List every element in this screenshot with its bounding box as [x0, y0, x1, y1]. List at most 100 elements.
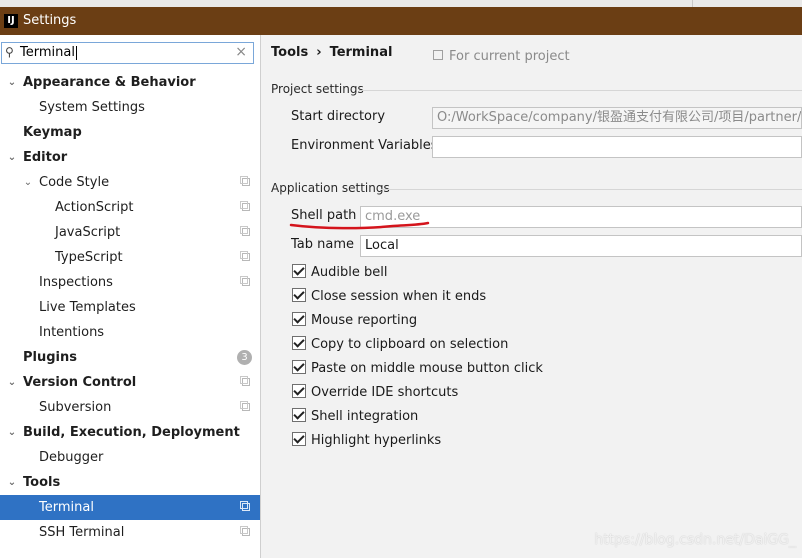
checkbox-checked-icon[interactable]: [292, 288, 306, 302]
project-scope-icon: [240, 526, 250, 536]
project-scope-icon: [240, 201, 250, 211]
project-scope-icon: [240, 276, 250, 286]
checkbox-option[interactable]: Override IDE shortcuts: [292, 383, 458, 403]
text-caret: [75, 45, 77, 60]
project-scope-icon: [240, 251, 250, 261]
project-scope-icon: [240, 376, 250, 386]
sidebar-item-label: Build, Execution, Deployment: [23, 425, 240, 440]
sidebar-item[interactable]: JavaScript: [0, 220, 260, 245]
sidebar-item-label: Code Style: [39, 175, 110, 190]
top-strip-divider: [692, 0, 693, 7]
checkbox-label: Mouse reporting: [311, 313, 418, 328]
sidebar-item[interactable]: Plugins 3: [0, 345, 260, 370]
project-settings-divider: [359, 90, 802, 91]
scope-indicator: For current project: [433, 49, 570, 64]
project-scope-icon: [240, 501, 250, 511]
window-title: Settings: [23, 13, 77, 28]
sidebar-item-label: TypeScript: [55, 250, 123, 265]
checkbox-label: Audible bell: [311, 265, 388, 280]
clear-search-icon[interactable]: ×: [235, 44, 247, 60]
chevron-down-icon[interactable]: ⌄: [6, 470, 18, 495]
checkbox-checked-icon[interactable]: [292, 360, 306, 374]
start-directory-field[interactable]: O:/WorkSpace/company/银盈通支付有限公司/项目/partne…: [432, 107, 802, 129]
chevron-down-icon[interactable]: ⌄: [22, 170, 34, 195]
checkbox-label: Close session when it ends: [311, 289, 487, 304]
checkbox-checked-icon[interactable]: [292, 384, 306, 398]
settings-sidebar: ⚲ Terminal × ⌄ Appearance & Behavior Syste…: [0, 35, 261, 558]
settings-main-panel: Tools › Terminal For current project Proje…: [261, 35, 802, 558]
sidebar-item[interactable]: Live Templates: [0, 295, 260, 320]
env-vars-field[interactable]: [432, 136, 802, 158]
project-scope-icon: [433, 50, 443, 60]
breadcrumb-separator: ›: [316, 45, 322, 60]
checkbox-option[interactable]: Audible bell: [292, 263, 387, 283]
sidebar-item[interactable]: Debugger: [0, 445, 260, 470]
sidebar-item[interactable]: ActionScript: [0, 195, 260, 220]
sidebar-item[interactable]: ⌄ Tools: [0, 470, 260, 495]
checkbox-option[interactable]: Copy to clipboard on selection: [292, 335, 508, 355]
start-directory-label: Start directory: [291, 109, 386, 124]
checkbox-checked-icon[interactable]: [292, 408, 306, 422]
project-scope-icon: [240, 226, 250, 236]
chevron-down-icon[interactable]: ⌄: [6, 370, 18, 395]
project-scope-icon: [240, 401, 250, 411]
settings-search-input[interactable]: ⚲ Terminal ×: [1, 42, 254, 64]
checkbox-option[interactable]: Close session when it ends: [292, 287, 486, 307]
breadcrumb-parent[interactable]: Tools: [271, 45, 308, 60]
checkbox-option[interactable]: Shell integration: [292, 407, 418, 427]
sidebar-item-label: Subversion: [39, 400, 112, 415]
checkbox-label: Copy to clipboard on selection: [311, 337, 509, 352]
checkbox-checked-icon[interactable]: [292, 336, 306, 350]
sidebar-item-label: Inspections: [39, 275, 113, 290]
sidebar-item[interactable]: Intentions: [0, 320, 260, 345]
sidebar-item-label: Live Templates: [39, 300, 136, 315]
checkbox-label: Override IDE shortcuts: [311, 385, 459, 400]
chevron-down-icon[interactable]: ⌄: [6, 70, 18, 95]
checkbox-option[interactable]: Mouse reporting: [292, 311, 417, 331]
sidebar-item-label: Editor: [23, 150, 68, 165]
sidebar-item[interactable]: TypeScript: [0, 245, 260, 270]
sidebar-item[interactable]: Keymap: [0, 120, 260, 145]
sidebar-item-label: Plugins: [23, 350, 77, 365]
checkbox-option[interactable]: Paste on middle mouse button click: [292, 359, 543, 379]
sidebar-item-label: Intentions: [39, 325, 105, 340]
chevron-down-icon[interactable]: ⌄: [6, 145, 18, 170]
sidebar-item-label: ActionScript: [55, 200, 134, 215]
sidebar-item-label: JavaScript: [55, 225, 121, 240]
checkbox-label: Paste on middle mouse button click: [311, 361, 543, 376]
scope-label: For current project: [449, 49, 570, 64]
application-settings-title: Application settings: [271, 181, 390, 195]
sidebar-item[interactable]: Subversion: [0, 395, 260, 420]
sidebar-item-label: Version Control: [23, 375, 137, 390]
sidebar-item-label: Appearance & Behavior: [23, 75, 196, 90]
sidebar-item-label: SSH Terminal: [39, 525, 125, 540]
checkbox-option[interactable]: Highlight hyperlinks: [292, 431, 441, 451]
breadcrumb: Tools › Terminal: [271, 45, 392, 60]
project-scope-icon: [240, 176, 250, 186]
sidebar-item[interactable]: SSH Terminal: [0, 520, 260, 545]
checkbox-checked-icon[interactable]: [292, 264, 306, 278]
sidebar-item[interactable]: ⌄ Appearance & Behavior: [0, 70, 260, 95]
breadcrumb-current: Terminal: [329, 45, 393, 60]
chevron-down-icon[interactable]: ⌄: [6, 420, 18, 445]
search-value[interactable]: Terminal: [20, 45, 77, 60]
window-top-strip: [0, 0, 802, 7]
sidebar-item-label: System Settings: [39, 100, 145, 115]
sidebar-item[interactable]: System Settings: [0, 95, 260, 120]
tab-name-field[interactable]: Local: [360, 235, 802, 257]
title-bar: IJ Settings: [0, 7, 802, 35]
checkbox-checked-icon[interactable]: [292, 432, 306, 446]
sidebar-item[interactable]: Inspections: [0, 270, 260, 295]
checkbox-label: Shell integration: [311, 409, 419, 424]
sidebar-item[interactable]: ⌄ Editor: [0, 145, 260, 170]
project-settings-title: Project settings: [271, 82, 364, 96]
sidebar-item-label: Keymap: [23, 125, 82, 140]
sidebar-item-label: Tools: [23, 475, 61, 490]
sidebar-item[interactable]: ⌄ Version Control: [0, 370, 260, 395]
sidebar-item[interactable]: ⌄ Build, Execution, Deployment: [0, 420, 260, 445]
plugin-updates-badge: 3: [237, 350, 252, 365]
sidebar-item-label: Terminal: [39, 500, 94, 515]
sidebar-item[interactable]: ⌄ Code Style: [0, 170, 260, 195]
sidebar-item[interactable]: Terminal: [0, 495, 260, 520]
checkbox-checked-icon[interactable]: [292, 312, 306, 326]
